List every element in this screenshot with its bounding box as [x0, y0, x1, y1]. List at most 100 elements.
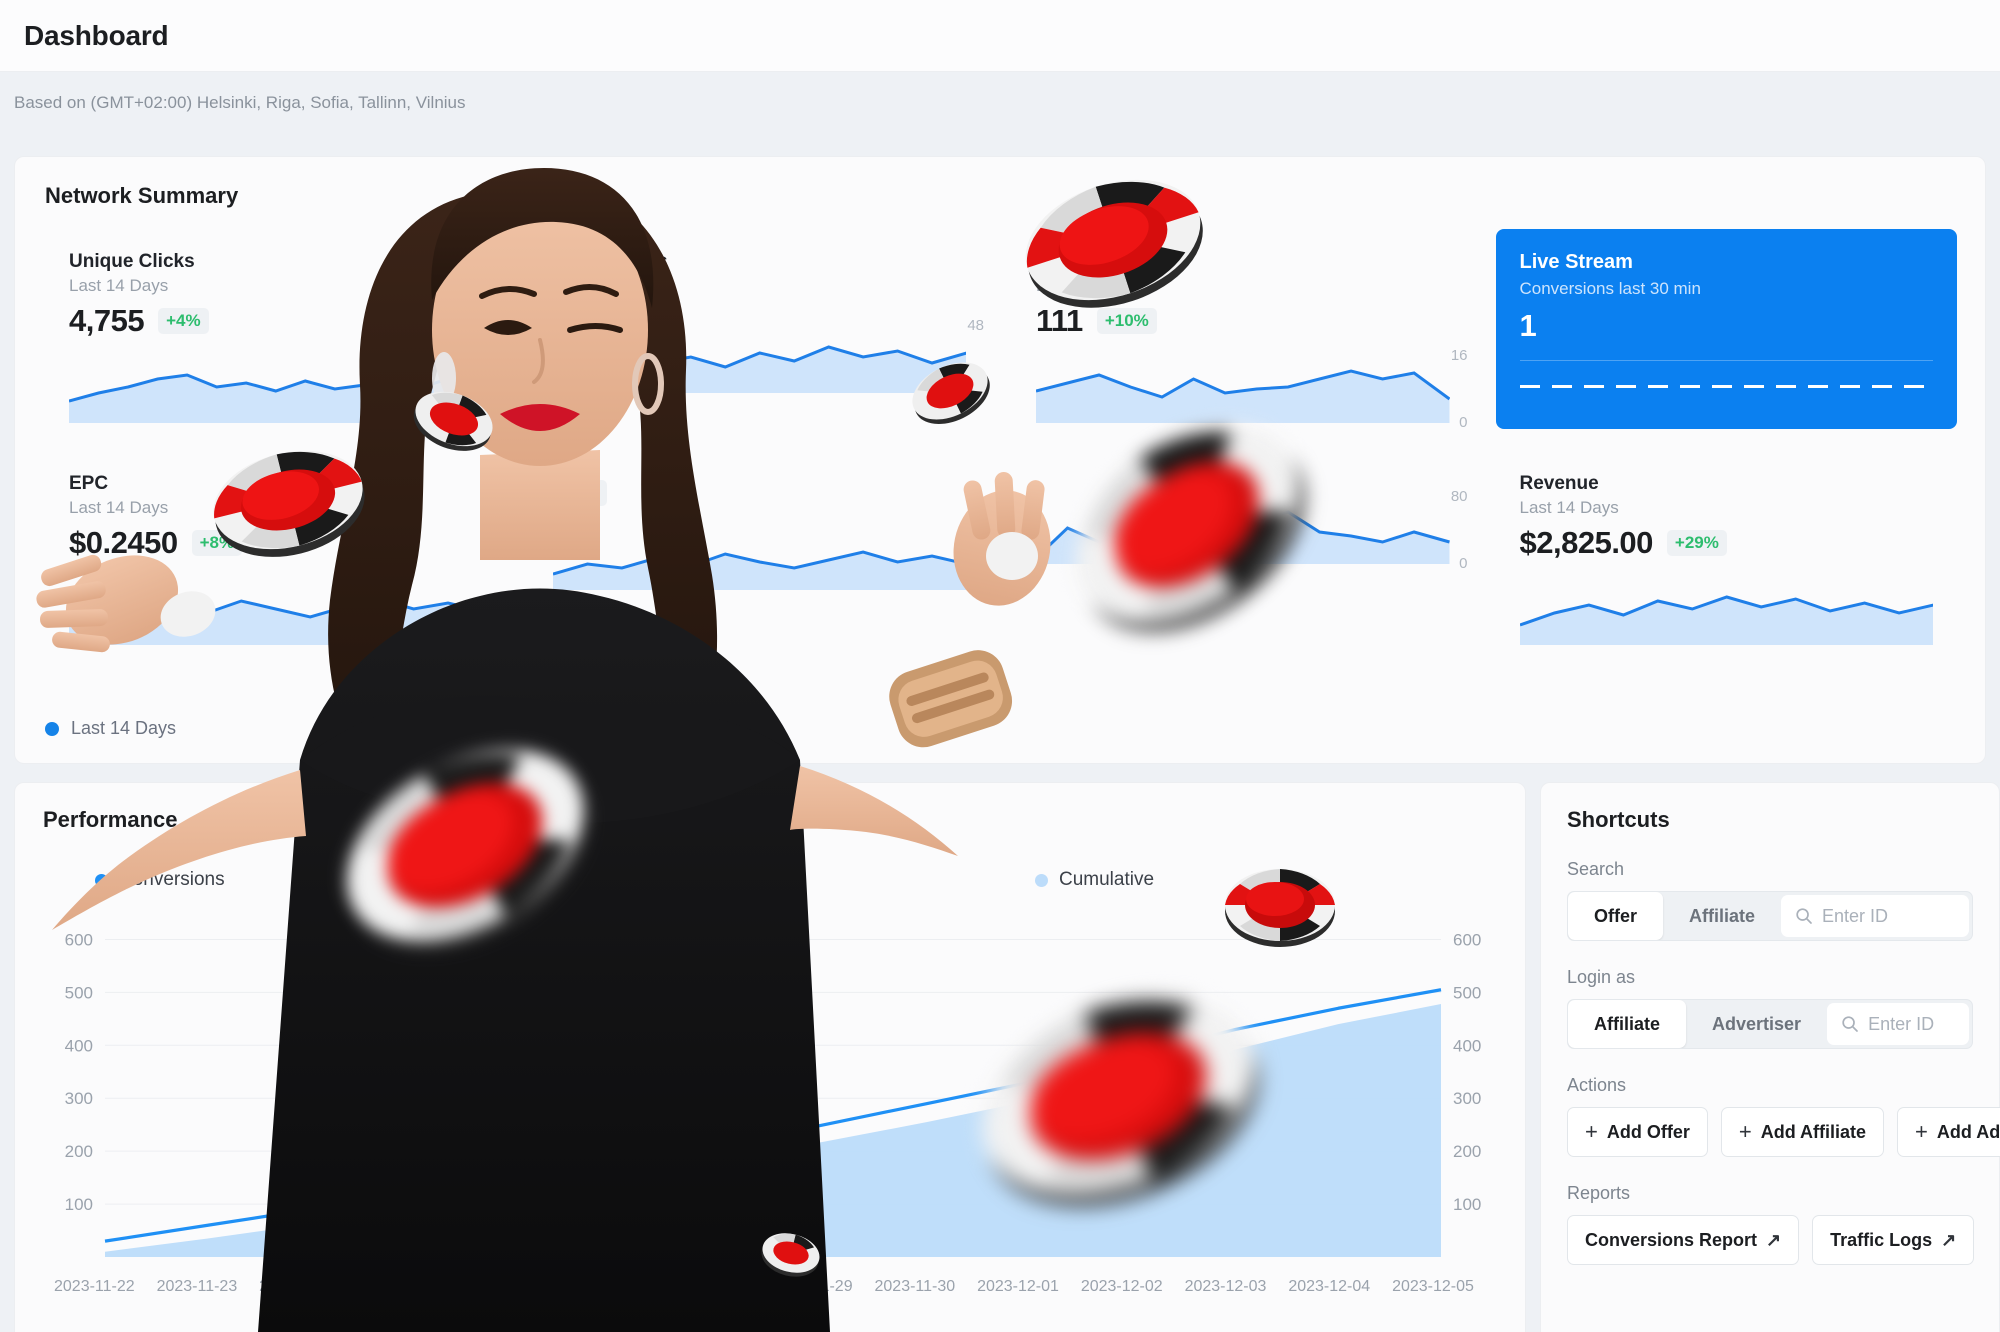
conversions-report-label: Conversions Report — [1585, 1229, 1758, 1250]
reports-button-row: Conversions Report ↗ Traffic Logs ↗ — [1567, 1215, 1975, 1265]
sparkline-axis-min: 0 — [1459, 414, 1468, 431]
search-icon — [1796, 908, 1812, 924]
search-icon — [1842, 1016, 1858, 1032]
y-axis-tick-right: 600 — [1453, 930, 1481, 949]
legend-cumulative[interactable]: Cumulative — [1035, 869, 1154, 891]
sparkline-unique-clicks — [69, 357, 483, 423]
sparkline-axis-min: 0 — [1459, 555, 1468, 572]
search-segmented-control[interactable]: Offer Affiliate Enter ID — [1567, 891, 1973, 941]
x-axis-tick: 2023-11-27 — [566, 1278, 648, 1295]
metric-subtitle: Last 14 Days — [69, 276, 169, 295]
login-as-input[interactable]: Enter ID — [1868, 1014, 1934, 1035]
metric-unique-clicks[interactable]: Unique Clicks Last 14 Days 4,755 +4% — [45, 229, 507, 429]
performance-title: Performance — [43, 807, 178, 832]
legend-conversions[interactable]: Conversions — [95, 869, 225, 891]
login-as-input-wrapper[interactable]: Enter ID — [1827, 1003, 1969, 1045]
metric-label: Deposits — [1036, 251, 1117, 272]
x-axis-tick: 2023-12-05 — [1392, 1278, 1474, 1295]
performance-plot[interactable]: 100 100 200 200 300 300 400 400 500 500 600 600 — [43, 905, 1503, 1265]
add-affiliate-label: Add Affiliate — [1760, 1121, 1867, 1142]
x-axis-tick: 2023-12-02 — [1080, 1278, 1163, 1295]
live-stream-card[interactable]: Live Stream Conversions last 30 min 1 — [1495, 229, 1957, 429]
metric-revenue[interactable]: Revenue Last 14 Days $2,825.00 +29% — [1496, 451, 1958, 651]
live-stream-value: 1 — [1519, 308, 1537, 343]
metric-deposits[interactable]: Deposits Last 14 Days 111 +10% 16 0 — [1012, 229, 1474, 431]
search-tab-offer[interactable]: Offer — [1568, 892, 1664, 940]
y-axis-tick-right: 300 — [1453, 1089, 1481, 1108]
metric-conversions[interactable]: Conversions Last 14 Days 48 0 — [529, 229, 991, 429]
y-axis-tick-left: 200 — [65, 1142, 93, 1161]
login-as-tab-advertiser[interactable]: Advertiser — [1686, 1000, 1827, 1048]
metric-subtitle: Last 14 Days — [1519, 498, 1619, 517]
login-as-segmented-control[interactable]: Affiliate Advertiser Enter ID — [1567, 999, 1973, 1049]
x-axis-tick: 2023-11-30 — [874, 1278, 956, 1295]
metric-label: Unique Clicks — [69, 251, 195, 272]
actions-section-label: Actions — [1567, 1075, 1627, 1095]
add-offer-button[interactable]: + Add Offer — [1567, 1107, 1708, 1157]
add-advertiser-label: Add Advertiser — [1936, 1121, 2000, 1142]
legend-label: Last 14 Days — [71, 718, 177, 738]
live-stream-subtitle: Conversions last 30 min — [1519, 279, 1701, 298]
metric-delta-badge: +29% — [1666, 530, 1727, 556]
sparkline-obscured — [552, 524, 966, 590]
add-advertiser-button[interactable]: + Add Advertiser — [1897, 1107, 2000, 1157]
shortcuts-card: Shortcuts Search Offer Affiliate Enter I… — [1540, 782, 2000, 1332]
live-stream-title: Live Stream — [1519, 251, 1633, 273]
network-summary-title: Network Summary — [45, 183, 239, 208]
legend-conversions-label: Conversions — [119, 869, 225, 890]
y-axis-tick-right: 100 — [1453, 1195, 1481, 1214]
external-link-icon: ↗ — [1941, 1229, 1957, 1250]
x-axis-tick: 2023-12-04 — [1288, 1278, 1371, 1295]
plus-icon: + — [1585, 1119, 1598, 1144]
y-axis-tick-left: 400 — [65, 1036, 93, 1055]
login-as-section-label: Login as — [1567, 967, 1636, 987]
x-axis-tick: 2023-11-22 — [54, 1278, 135, 1295]
x-axis-tick: 2023-11-28 — [669, 1278, 751, 1295]
y-axis-tick-right: 200 — [1453, 1142, 1481, 1161]
metric-epc[interactable]: EPC Last 14 Days $0.2450 +8% — [45, 451, 507, 651]
metric-delta-badge: +8% — [191, 530, 243, 556]
y-axis-tick-left: 500 — [65, 983, 93, 1002]
x-axis-tick: 2023-11-26 — [464, 1278, 545, 1295]
search-input-wrapper[interactable]: Enter ID — [1781, 895, 1969, 937]
metric-delta-badge — [566, 303, 583, 309]
metric-subtitle: Last 14 Days — [552, 276, 652, 295]
sparkline-axis-max: 80 — [1450, 488, 1468, 505]
search-section-label: Search — [1567, 859, 1625, 879]
performance-x-axis: 2023-11-22 2023-11-23 2023-11-24 2023-11-25… — [14, 1278, 1514, 1296]
metric-value: 4,755 — [69, 303, 145, 338]
metric-value: $0.2450 — [69, 525, 178, 560]
y-axis-tick-left: 600 — [65, 930, 93, 949]
metric-label: EPC — [69, 473, 109, 494]
metric-subtitle: Last 14 Days — [1036, 276, 1136, 295]
login-as-tab-affiliate[interactable]: Affiliate — [1568, 1000, 1687, 1048]
x-axis-tick: 2023-11-24 — [259, 1278, 340, 1295]
performance-card: Performance Conversions Cumulative 100 10… — [14, 782, 1526, 1332]
traffic-logs-label: Traffic Logs — [1830, 1229, 1933, 1250]
traffic-logs-button[interactable]: Traffic Logs ↗ — [1812, 1215, 1975, 1265]
sparkline-revenue — [1519, 579, 1933, 645]
sparkline-axis-max: 48 — [967, 317, 984, 334]
metric-value: 111 — [1036, 303, 1083, 338]
sparkline-deposits: 16 0 — [1036, 347, 1468, 431]
live-stream-divider — [1519, 360, 1933, 361]
add-offer-label: Add Offer — [1606, 1121, 1690, 1142]
conversions-report-button[interactable]: Conversions Report ↗ — [1567, 1215, 1800, 1265]
legend-cumulative-label: Cumulative — [1059, 869, 1155, 890]
network-summary-legend[interactable]: Last 14 Days — [45, 718, 176, 739]
search-tab-affiliate[interactable]: Affiliate — [1663, 892, 1781, 940]
search-input[interactable]: Enter ID — [1822, 906, 1888, 927]
actions-button-row: + Add Offer + Add Affiliate + Add Advert… — [1567, 1107, 2000, 1157]
top-bar: Dashboard — [0, 0, 2000, 72]
y-axis-tick-right: 500 — [1453, 983, 1481, 1002]
sparkline-epc — [69, 579, 483, 645]
y-axis-tick-left: 100 — [65, 1195, 93, 1214]
metric-third-column[interactable]: 80 0 — [1012, 451, 1474, 651]
page-title: Dashboard — [24, 19, 169, 51]
metric-obscured[interactable]: 1% — [529, 451, 991, 651]
x-axis-tick: 2023-11-25 — [361, 1278, 443, 1295]
series-cumulative-area — [105, 1004, 1441, 1257]
y-axis-tick-left: 300 — [65, 1089, 93, 1108]
add-affiliate-button[interactable]: + Add Affiliate — [1720, 1107, 1885, 1157]
live-stream-dashed-line — [1519, 385, 1933, 388]
